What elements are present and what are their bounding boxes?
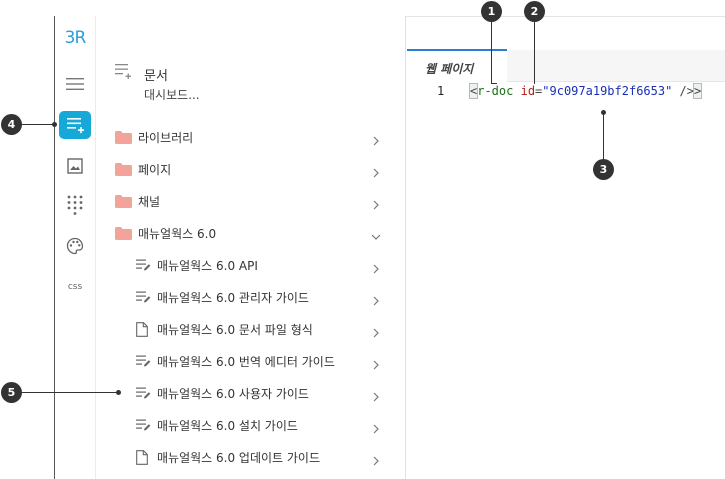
- code-editor: 웹 페이지 1 <r-doc id="9c097a19bf2f6653" />>: [407, 16, 725, 479]
- code-tag-name: r-doc: [477, 84, 514, 98]
- dot-grid-icon[interactable]: [59, 191, 91, 219]
- callout-5-leader: [21, 392, 118, 393]
- callout-3: 3: [593, 159, 614, 180]
- folder-icon: [115, 131, 132, 144]
- icon-rail: 3R css: [55, 16, 95, 479]
- tree-item-label: 매뉴얼웍스 6.0 사용자 가이드: [157, 387, 309, 401]
- file-icon: [136, 322, 148, 337]
- chevron-right-icon[interactable]: [371, 419, 381, 438]
- file-icon: [136, 450, 148, 465]
- tree-folder-item[interactable]: 채널: [96, 185, 406, 217]
- document-add-icon[interactable]: [59, 111, 91, 139]
- folder-icon: [115, 163, 132, 176]
- callout-3-leader: [603, 112, 604, 160]
- tree-folder-item[interactable]: 매뉴얼웍스 6.0: [96, 217, 406, 249]
- callout-2: 2: [524, 1, 545, 22]
- tree-item-label: 매뉴얼웍스 6.0 번역 에디터 가이드: [157, 355, 335, 369]
- folder-icon: [115, 227, 132, 240]
- callout-1-leader: [491, 20, 492, 84]
- sidebar-title: 문서: [144, 69, 168, 84]
- code-line[interactable]: <r-doc id="9c097a19bf2f6653" />>: [468, 83, 703, 99]
- tree-item-label: 라이브러리: [138, 131, 194, 145]
- chevron-down-icon[interactable]: [371, 227, 381, 246]
- callout-4-anchor: [52, 122, 57, 127]
- chevron-right-icon[interactable]: [371, 355, 381, 374]
- edit-document-icon: [136, 290, 151, 304]
- sidebar-header: 문서 대시보드...: [96, 49, 406, 107]
- callout-1: 1: [481, 1, 502, 22]
- code-close-tag: />: [672, 84, 695, 98]
- tree-folder-item[interactable]: 라이브러리: [96, 121, 406, 153]
- callout-4: 4: [1, 114, 22, 135]
- chevron-right-icon[interactable]: [371, 387, 381, 406]
- edit-document-icon: [136, 386, 151, 400]
- code-close-bracket: >: [692, 83, 703, 99]
- line-number: 1: [437, 84, 445, 98]
- folder-icon: [115, 195, 132, 208]
- app-window: 3R css 문서 대시보드... 라이브러리 페이지 채널 매뉴얼웍스 6.0…: [54, 16, 725, 479]
- tree-item-label: 페이지: [138, 163, 172, 177]
- callout-4-leader: [21, 124, 55, 125]
- image-icon[interactable]: [59, 152, 91, 180]
- code-attr-name: id: [520, 84, 536, 98]
- callout-5-anchor: [116, 390, 121, 395]
- edit-document-icon: [136, 354, 151, 368]
- css-button[interactable]: css: [59, 273, 91, 301]
- tree-document-item[interactable]: 매뉴얼웍스 6.0 업데이트 가이드: [96, 441, 406, 473]
- callout-5: 5: [1, 382, 22, 403]
- palette-icon[interactable]: [59, 232, 91, 260]
- sidebar-subtitle: 대시보드...: [144, 88, 200, 102]
- tree-document-item[interactable]: 매뉴얼웍스 6.0 사용자 가이드: [96, 377, 406, 409]
- tab-label: 웹 페이지: [425, 62, 474, 76]
- chevron-right-icon[interactable]: [371, 323, 381, 342]
- chevron-right-icon[interactable]: [371, 163, 381, 182]
- tree-item-label: 매뉴얼웍스 6.0 설치 가이드: [157, 419, 298, 433]
- edit-document-icon: [136, 418, 151, 432]
- tree-folder-item[interactable]: 페이지: [96, 153, 406, 185]
- hamburger-menu-icon[interactable]: [59, 70, 91, 98]
- tree-item-label: 매뉴얼웍스 6.0: [138, 227, 217, 241]
- tree-item-label: 매뉴얼웍스 6.0 API: [157, 259, 258, 273]
- chevron-right-icon[interactable]: [371, 131, 381, 150]
- edit-document-icon: [136, 258, 151, 272]
- tree-item-label: 매뉴얼웍스 6.0 업데이트 가이드: [157, 451, 321, 465]
- tree-document-item[interactable]: 매뉴얼웍스 6.0 설치 가이드: [96, 409, 406, 441]
- tree-item-label: 매뉴얼웍스 6.0 관리자 가이드: [157, 291, 309, 305]
- code-attr-value: "9c097a19bf2f6653": [542, 84, 673, 98]
- tree-item-label: 매뉴얼웍스 6.0 문서 파일 형식: [157, 323, 313, 337]
- tab-web-page[interactable]: 웹 페이지: [407, 49, 507, 82]
- tree-document-item[interactable]: 매뉴얼웍스 6.0 번역 에디터 가이드: [96, 345, 406, 377]
- document-sidebar: 문서 대시보드... 라이브러리페이지채널매뉴얼웍스 6.0 매뉴얼웍스 6.0 …: [95, 16, 406, 479]
- chevron-right-icon[interactable]: [371, 451, 381, 470]
- tree-document-item[interactable]: 매뉴얼웍스 6.0 문서 파일 형식: [96, 313, 406, 345]
- app-logo: 3R: [64, 28, 87, 48]
- tab-bar: [507, 50, 725, 82]
- chevron-right-icon[interactable]: [371, 291, 381, 310]
- chevron-right-icon[interactable]: [371, 259, 381, 278]
- tree-document-item[interactable]: 매뉴얼웍스 6.0 API: [96, 249, 406, 281]
- chevron-right-icon[interactable]: [371, 195, 381, 214]
- tree-document-item[interactable]: 매뉴얼웍스 6.0 관리자 가이드: [96, 281, 406, 313]
- document-list-icon: [115, 63, 132, 84]
- callout-2-leader: [534, 20, 535, 84]
- callout-1-leader-tick: [491, 83, 497, 84]
- tree-item-label: 채널: [138, 195, 161, 209]
